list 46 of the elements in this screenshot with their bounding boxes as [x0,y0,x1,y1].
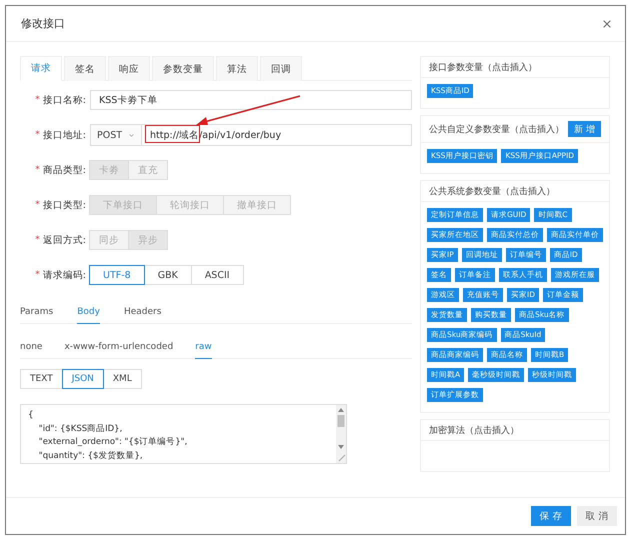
cancel-button[interactable]: 取 消 [577,506,617,526]
format-option[interactable]: TEXT [20,369,63,389]
body-tab[interactable]: Params [20,307,54,324]
body-type-tab[interactable]: x-www-form-urlencoded [64,342,174,359]
field-label: 接口类型: [42,198,86,212]
tab[interactable]: 算法 [216,56,258,81]
required-mark: * [35,130,40,140]
url-field[interactable]: http://域名/api/v1/order/buy [142,124,412,146]
tab[interactable]: 回调 [260,56,302,81]
required-mark: * [35,235,40,245]
required-mark: * [35,200,40,210]
tab[interactable]: 响应 [108,56,150,81]
panel-title: 接口参数变量（点击插入） [429,62,537,74]
field-label: 请求编码: [42,268,86,282]
panel-title: 加密算法（点击插入） [429,424,519,436]
code-line: { [28,409,34,422]
code-line: "external_orderno": "{$订单编号}", [38,436,188,448]
field-label: 商品类型: [42,164,86,176]
format-option[interactable]: JSON [62,369,104,389]
body-tab[interactable]: Headers [124,307,162,324]
body-type-tab[interactable]: none [20,342,42,359]
panel-title: 公共自定义参数变量（点击插入） [429,124,564,136]
add-button[interactable]: 新 增 [568,121,601,137]
tab[interactable]: 签名 [64,56,106,81]
dialog-title: 修改接口 [21,16,65,31]
code-editor[interactable]: { "id": {$KSS商品ID}, "external_orderno": "{$订单编号}", "quantity": {$发货数量}, [20,404,347,464]
tab[interactable]: 参数变量 [152,56,214,81]
field-label: 接口名称: [42,94,86,106]
segment-option[interactable]: UTF-8 [89,265,145,285]
required-mark: * [35,270,40,280]
required-mark: * [35,95,40,105]
method-select[interactable]: POST [90,124,142,146]
code-line: "quantity": {$发货数量}, [38,450,144,462]
segment-option[interactable]: GBK [144,265,192,285]
segment-option[interactable]: ASCII [190,265,244,285]
save-button[interactable]: 保 存 [531,506,571,526]
field-label: 接口地址: [42,128,86,142]
required-mark: * [35,165,40,175]
field-label: 返回方式: [42,234,86,246]
panel-title: 公共系统参数变量（点击插入） [429,186,555,198]
body-tab[interactable]: Body [77,307,100,324]
code-line: "id": {$KSS商品ID}, [38,422,124,435]
format-option[interactable]: XML [102,369,142,389]
name-field[interactable]: KSS卡劵下单 [90,90,412,110]
body-type-tab[interactable]: raw [195,342,212,359]
tab[interactable]: 请求 [20,56,62,81]
